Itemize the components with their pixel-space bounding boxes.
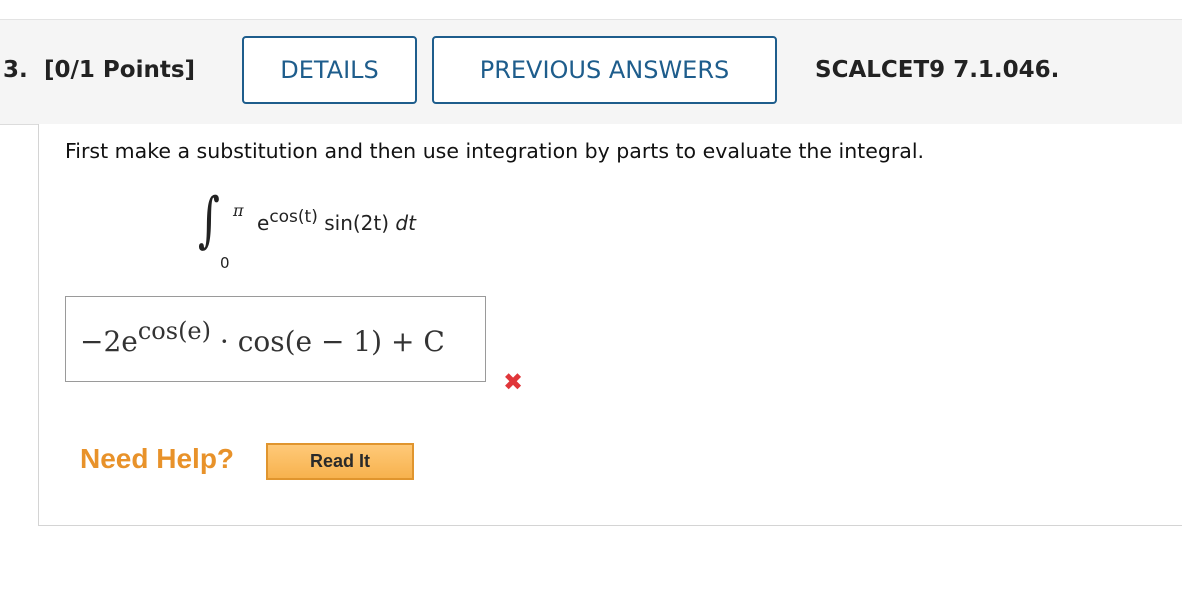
answer-dot: ·: [211, 325, 238, 358]
question-points: [0/1 Points]: [44, 57, 196, 83]
integral-lower-limit: 0: [220, 254, 230, 272]
answer-tail: cos(e − 1) + C: [237, 325, 445, 358]
integrand-differential: dt: [395, 211, 416, 235]
question-prompt: First make a substitution and then use i…: [65, 139, 925, 163]
integrand-exponent: cos(t): [269, 207, 318, 227]
question-code: SCALCET9 7.1.046.: [815, 57, 1060, 83]
answer-coefficient: −2e: [80, 325, 138, 358]
need-help-label: Need Help?: [80, 443, 235, 474]
integrand-base: e: [257, 211, 270, 235]
details-button[interactable]: DETAILS: [242, 36, 417, 104]
answer-input-field[interactable]: −2ecos(e) · cos(e − 1) + C: [65, 296, 486, 382]
question-number: 3.: [3, 57, 28, 83]
answer-exponent: cos(e): [137, 317, 211, 345]
integral-upper-limit: π: [233, 201, 244, 220]
answer-expression: −2ecos(e) · cos(e − 1) + C: [80, 317, 445, 358]
integrand: ecos(t) sin(2t) dt: [257, 207, 416, 235]
previous-answers-button[interactable]: PREVIOUS ANSWERS: [432, 36, 777, 104]
read-it-button[interactable]: Read It: [266, 443, 414, 480]
integral-sign: ∫: [198, 185, 220, 255]
integrand-factor: sin(2t): [324, 211, 390, 235]
incorrect-x-icon: ✖: [503, 368, 524, 396]
